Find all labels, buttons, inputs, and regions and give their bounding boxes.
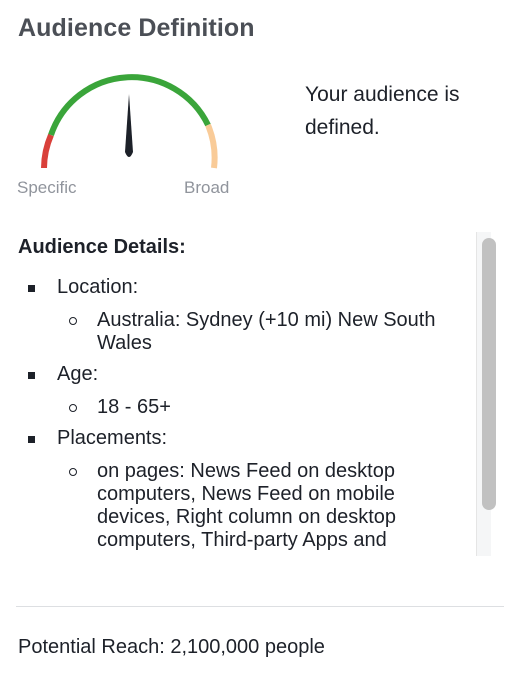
- detail-value-text: on pages: News Feed on desktop computers…: [97, 460, 397, 551]
- detail-label: Location:: [57, 276, 139, 298]
- details-scrollbar-thumb[interactable]: [482, 238, 496, 510]
- detail-item-age: Age: 18 - 65+: [0, 363, 476, 419]
- gauge-needle: [125, 94, 133, 157]
- audience-gauge: Specific Broad: [14, 70, 244, 205]
- audience-details-heading: Audience Details:: [18, 236, 186, 258]
- gauge-segment-specific: [41, 133, 54, 169]
- detail-item-placements: Placements: on pages: News Feed on deskt…: [0, 427, 476, 552]
- bullet-circle-icon: [69, 317, 77, 325]
- gauge-segment-broad: [205, 123, 218, 169]
- audience-details-panel: Audience Details: Location: Australia: S…: [0, 230, 476, 556]
- detail-label: Age:: [57, 363, 99, 385]
- panel-title: Audience Definition: [18, 14, 255, 42]
- detail-value: 18 - 65+: [57, 396, 457, 419]
- detail-value-text: Australia: Sydney (+10 mi) New South Wal…: [97, 309, 436, 354]
- bullet-square-icon: [28, 285, 35, 292]
- detail-value-text: 18 - 65+: [97, 396, 171, 418]
- potential-reach-text: Potential Reach: 2,100,000 people: [18, 636, 325, 658]
- audience-details-list: Location: Australia: Sydney (+10 mi) New…: [0, 276, 476, 556]
- bullet-circle-icon: [69, 468, 77, 476]
- bullet-circle-icon: [69, 404, 77, 412]
- gauge-arc: [41, 74, 218, 169]
- detail-value: Australia: Sydney (+10 mi) New South Wal…: [57, 309, 457, 355]
- gauge-label-specific: Specific: [17, 178, 77, 197]
- bullet-square-icon: [28, 372, 35, 379]
- audience-status-text: Your audience is defined.: [305, 83, 460, 139]
- section-divider: [16, 606, 504, 607]
- detail-item-location: Location: Australia: Sydney (+10 mi) New…: [0, 276, 476, 355]
- detail-label: Placements:: [57, 427, 168, 449]
- bullet-square-icon: [28, 436, 35, 443]
- gauge-label-broad: Broad: [184, 178, 230, 197]
- detail-value: on pages: News Feed on desktop computers…: [57, 460, 457, 552]
